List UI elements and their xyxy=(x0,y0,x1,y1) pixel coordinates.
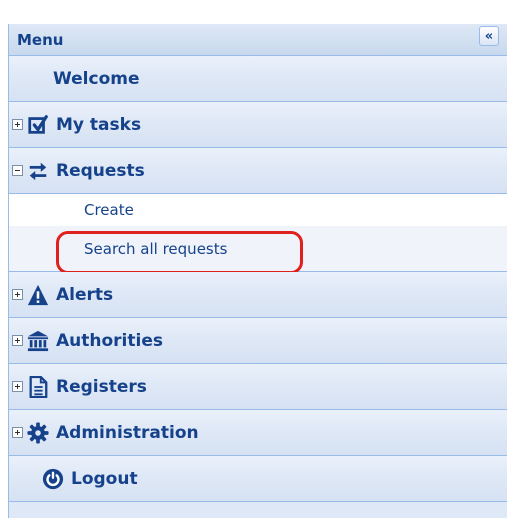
menu-item-administration[interactable]: Administration xyxy=(9,410,507,456)
submenu-item-label: Search all requests xyxy=(84,239,228,258)
expand-icon[interactable] xyxy=(12,335,23,346)
menu-item-label: My tasks xyxy=(56,114,142,135)
menu-item-label: Administration xyxy=(56,422,199,443)
gear-icon xyxy=(26,421,50,445)
submenu-item-label: Create xyxy=(84,201,134,219)
checkbox-icon xyxy=(26,113,50,137)
collapse-toggle-icon[interactable] xyxy=(12,165,23,176)
warning-icon xyxy=(26,283,50,307)
collapse-icon: « xyxy=(484,28,494,44)
menu-title: Menu xyxy=(17,31,64,49)
expand-icon[interactable] xyxy=(12,381,23,392)
power-icon xyxy=(41,467,65,491)
menu-header: Menu « xyxy=(9,24,507,56)
menu-item-label: Authorities xyxy=(56,330,163,351)
submenu-item-search-all-requests[interactable]: Search all requests xyxy=(9,226,507,274)
document-icon xyxy=(26,375,50,399)
menu-panel: Menu « Welcome My tasks Requests Create … xyxy=(8,24,507,518)
menu-item-my-tasks[interactable]: My tasks xyxy=(9,102,507,148)
collapse-button[interactable]: « xyxy=(479,26,499,46)
menu-item-label: Alerts xyxy=(56,284,114,305)
menu-item-registers[interactable]: Registers xyxy=(9,364,507,410)
menu-item-label: Welcome xyxy=(53,68,140,89)
menu-item-label: Registers xyxy=(56,376,147,397)
menu-item-label: Logout xyxy=(71,468,138,489)
menu-item-logout[interactable]: Logout xyxy=(9,456,507,502)
menu-item-requests[interactable]: Requests xyxy=(9,148,507,194)
expand-icon[interactable] xyxy=(12,119,23,130)
menu-item-authorities[interactable]: Authorities xyxy=(9,318,507,364)
expand-icon[interactable] xyxy=(12,289,23,300)
expand-icon[interactable] xyxy=(12,427,23,438)
submenu-item-create[interactable]: Create xyxy=(9,194,507,226)
menu-item-welcome[interactable]: Welcome xyxy=(9,56,507,102)
menu-item-alerts[interactable]: Alerts xyxy=(9,272,507,318)
menu-item-label: Requests xyxy=(56,160,145,181)
swap-arrows-icon xyxy=(26,159,50,183)
institution-icon xyxy=(26,329,50,353)
